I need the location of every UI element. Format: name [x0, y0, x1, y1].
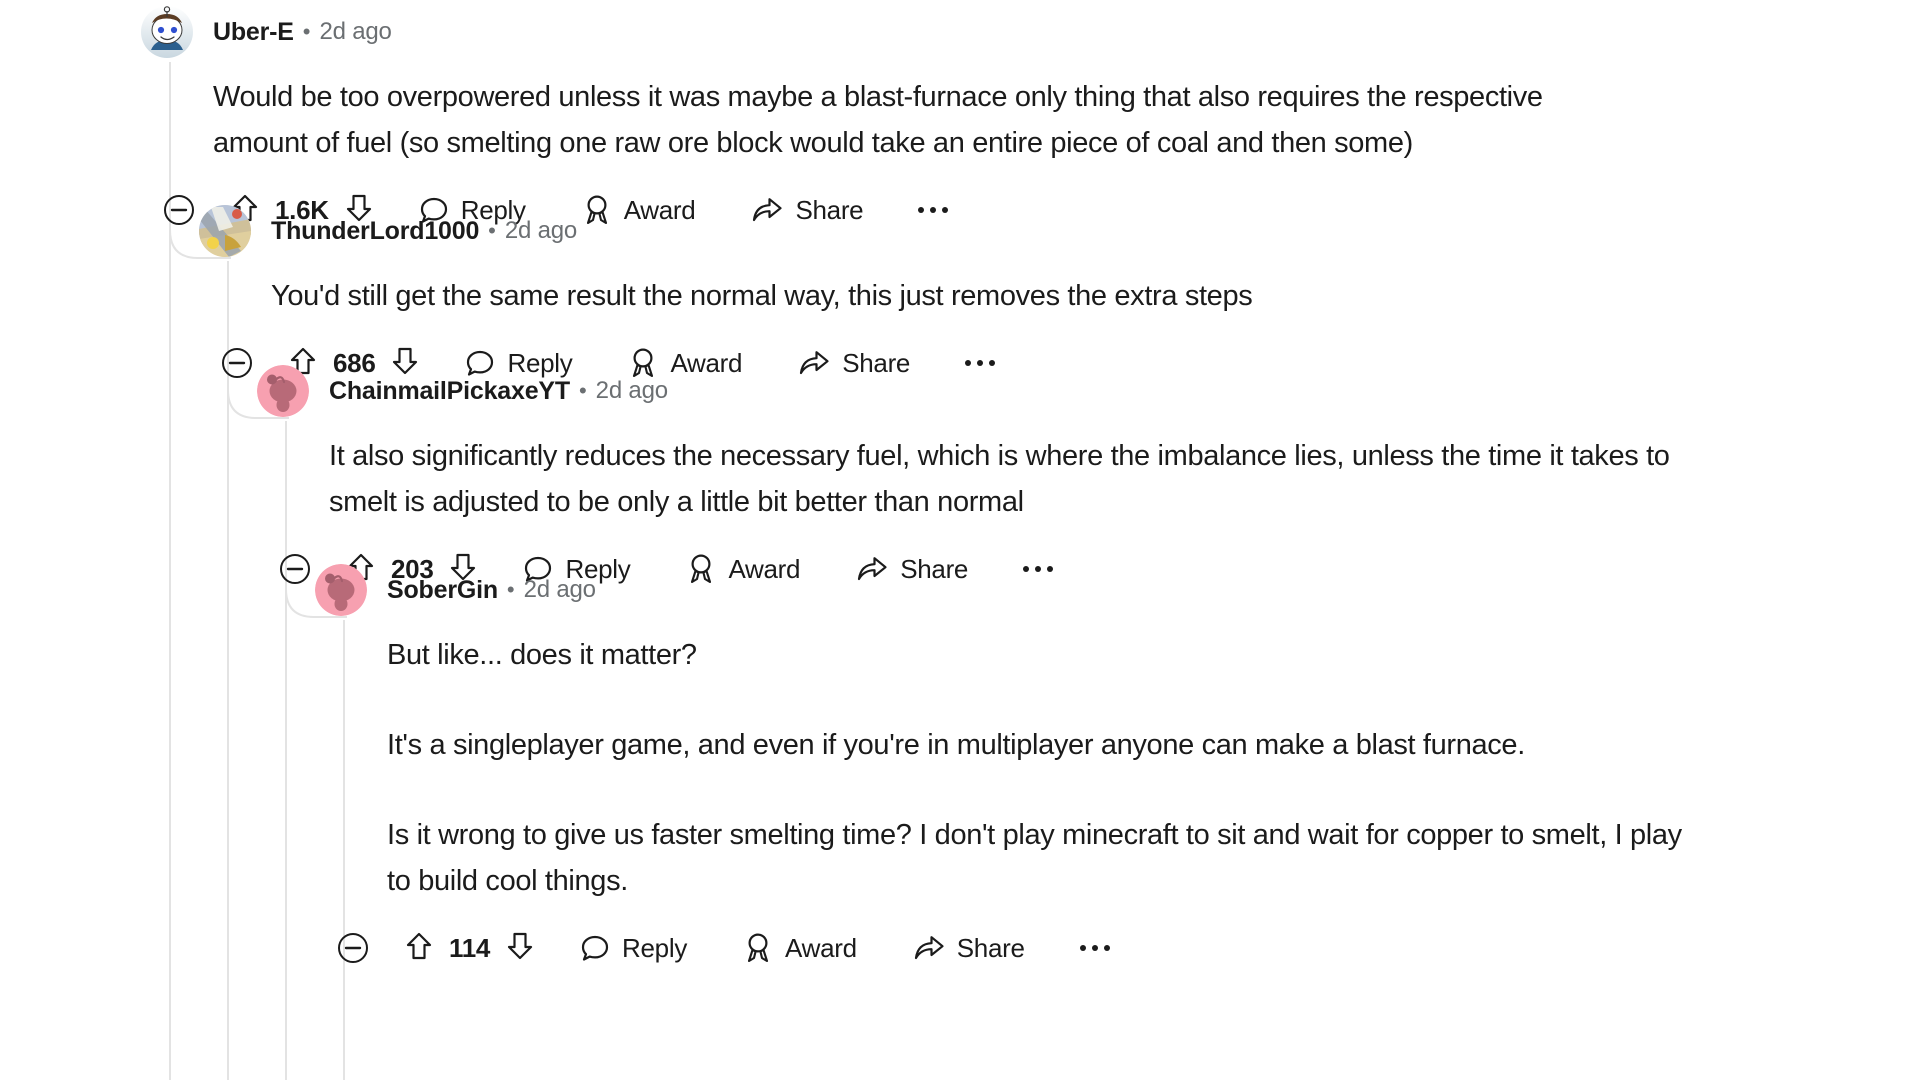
- snoo-avatar-pink-icon: [315, 564, 367, 616]
- downvote-button[interactable]: [506, 931, 534, 966]
- avatar[interactable]: [257, 365, 309, 417]
- collapse-comment-button[interactable]: [221, 347, 253, 379]
- comment-uber-e: Uber-E • 2d ago Would be too overpowered…: [141, 4, 1901, 232]
- collapse-comment-button[interactable]: [337, 932, 369, 964]
- comment-timestamp: 2d ago: [595, 377, 668, 404]
- share-label: Share: [956, 932, 1025, 963]
- upvote-button[interactable]: [405, 931, 433, 966]
- collapse-comment-button[interactable]: [279, 553, 311, 585]
- comment-header: ChainmailPickaxeYT • 2d ago: [257, 363, 1907, 419]
- collapse-comment-button[interactable]: [163, 194, 195, 226]
- comment-header: ThunderLord1000 • 2d ago: [199, 203, 1899, 259]
- share-arrow-icon: [914, 936, 944, 960]
- reply-button[interactable]: Reply: [580, 933, 687, 964]
- comment-paragraph: Is it wrong to give us faster smelting t…: [387, 819, 1682, 897]
- snoo-avatar-white-icon: [141, 6, 193, 58]
- award-label: Award: [785, 932, 857, 963]
- comment-author-username[interactable]: SoberGin: [387, 576, 498, 605]
- comment-timestamp: 2d ago: [319, 18, 392, 45]
- upvote-arrow-icon: [406, 932, 432, 959]
- collapse-minus-icon: [280, 554, 310, 584]
- comment-paragraph: You'd still get the same result the norm…: [271, 280, 1253, 312]
- award-medal-icon: [747, 933, 769, 963]
- vote-group: 114: [405, 931, 534, 966]
- comment-timestamp: 2d ago: [523, 576, 596, 603]
- avatar[interactable]: [199, 205, 251, 257]
- collapse-minus-icon: [222, 348, 252, 378]
- comment-body: It also significantly reduces the necess…: [329, 433, 1674, 525]
- collapse-minus-icon: [338, 933, 368, 963]
- comment-thread-page: Uber-E • 2d ago Would be too overpowered…: [0, 0, 1920, 1080]
- award-button[interactable]: Award: [743, 932, 857, 964]
- comment-sobergin: SoberGin • 2d ago But like... does it ma…: [315, 562, 1915, 970]
- reply-label: Reply: [622, 932, 688, 963]
- more-ellipsis-icon: [1079, 945, 1086, 951]
- comment-chainmailpickaxeyt: ChainmailPickaxeYT • 2d ago It also sign…: [257, 363, 1907, 591]
- metadata-separator: •: [578, 378, 587, 403]
- more-ellipsis-icon: [1103, 945, 1110, 951]
- collapse-minus-icon: [164, 195, 194, 225]
- downvote-arrow-icon: [507, 932, 533, 959]
- metadata-separator: •: [302, 19, 311, 44]
- comment-header: Uber-E • 2d ago: [141, 4, 1901, 60]
- snoo-avatar-pink-icon: [257, 365, 309, 417]
- comment-paragraph: It also significantly reduces the necess…: [329, 440, 1670, 518]
- comment-body: You'd still get the same result the norm…: [271, 273, 1571, 319]
- metadata-separator: •: [506, 577, 515, 602]
- comment-paragraph: Would be too overpowered unless it was m…: [213, 81, 1543, 159]
- comment-author-username[interactable]: ChainmailPickaxeYT: [329, 377, 570, 406]
- share-button[interactable]: Share: [913, 933, 1025, 964]
- custom-art-avatar-icon: [199, 205, 251, 257]
- more-ellipsis-icon: [1091, 945, 1098, 951]
- comment-paragraph: But like... does it matter?: [387, 639, 697, 671]
- comment-author-username[interactable]: ThunderLord1000: [271, 217, 479, 246]
- comment-action-bar: 114 Reply Award Share: [337, 926, 1915, 970]
- comment-thunderlord1000: ThunderLord1000 • 2d ago You'd still get…: [199, 203, 1899, 385]
- comment-header: SoberGin • 2d ago: [315, 562, 1915, 618]
- more-options-button[interactable]: [1075, 930, 1115, 966]
- comment-bubble-icon: [581, 935, 609, 961]
- comment-body: But like... does it matter? It's a singl…: [387, 632, 1687, 904]
- comment-paragraph: It's a singleplayer game, and even if yo…: [387, 729, 1525, 761]
- vote-score: 114: [449, 932, 491, 963]
- comment-body: Would be too overpowered unless it was m…: [213, 74, 1543, 166]
- comment-timestamp: 2d ago: [504, 217, 578, 244]
- metadata-separator: •: [488, 218, 496, 243]
- comment-author-username[interactable]: Uber-E: [213, 18, 294, 47]
- avatar[interactable]: [315, 564, 367, 616]
- avatar[interactable]: [141, 6, 193, 58]
